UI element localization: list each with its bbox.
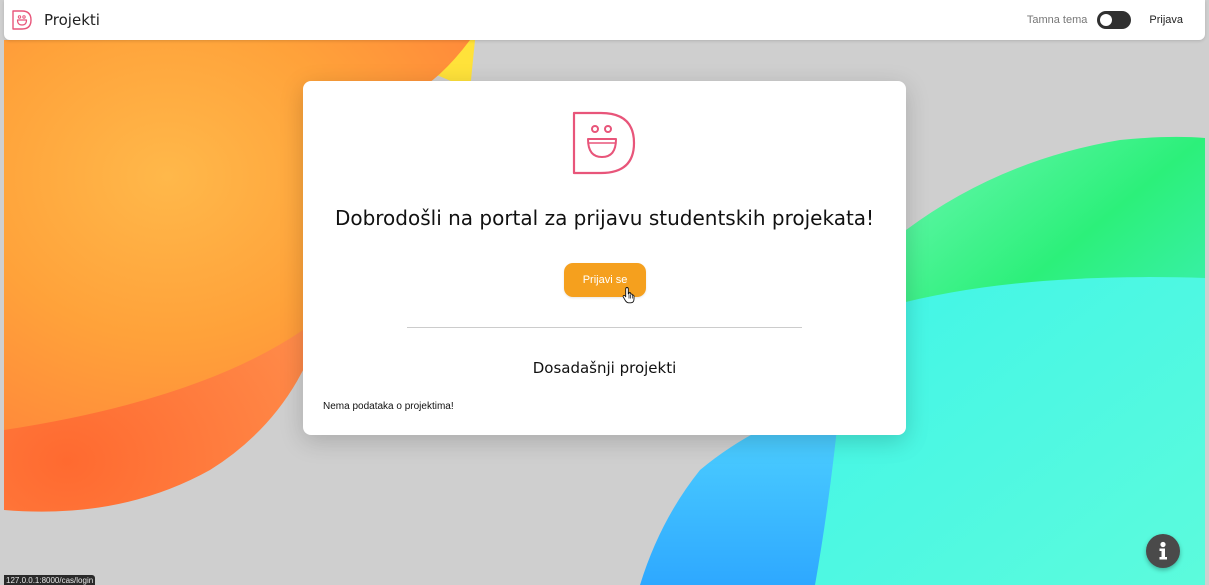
smiley-d-logo-icon [572, 111, 636, 175]
login-link[interactable]: Prijava [1149, 14, 1183, 26]
divider [407, 327, 802, 328]
dark-theme-toggle[interactable] [1097, 11, 1132, 29]
info-icon [1159, 541, 1167, 560]
brand-link[interactable]: Projekti [10, 8, 100, 32]
empty-projects-message: Nema podataka o projektima! [323, 401, 454, 412]
toggle-knob [1100, 14, 1113, 26]
theme-label: Tamna tema [1026, 14, 1088, 26]
page: Projekti Tamna tema Prijava Dobrodošli n… [0, 0, 1209, 585]
welcome-card: Dobrodošli na portal za prijavu students… [303, 81, 906, 435]
brand-title: Projekti [44, 11, 100, 29]
navbar-right-group: Tamna tema Prijava [1027, 10, 1183, 30]
hand-pointer-icon [622, 287, 635, 304]
projects-section-title: Dosadašnji projekti [532, 359, 677, 377]
status-url-bar: 127.0.0.1:8000/cas/login [4, 575, 96, 585]
info-button[interactable] [1146, 534, 1180, 568]
welcome-heading: Dobrodošli na portal za prijavu students… [334, 206, 875, 230]
smiley-d-logo-icon [12, 10, 32, 30]
top-navbar: Projekti Tamna tema Prijava [4, 0, 1205, 40]
